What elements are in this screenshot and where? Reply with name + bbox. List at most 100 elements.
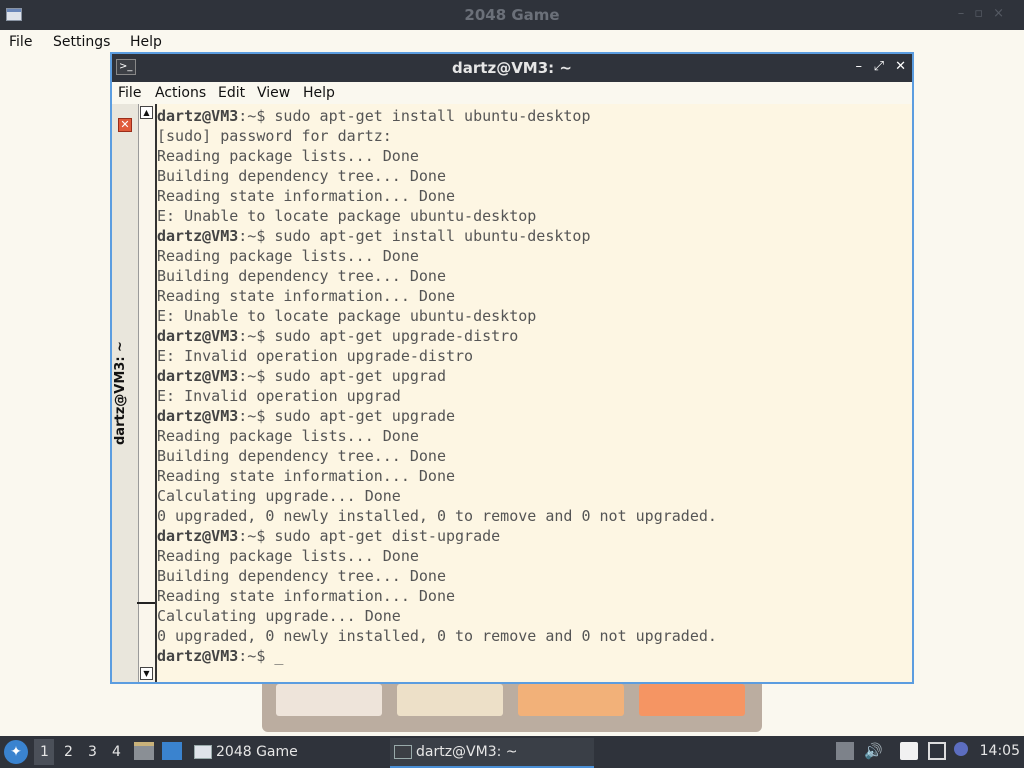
network-icon[interactable] [928, 742, 946, 760]
game-tile [276, 684, 382, 716]
shell-prompt: dartz@VM3 [157, 367, 239, 385]
scroll-up-arrow-icon[interactable]: ▲ [140, 106, 153, 119]
workspace-1[interactable]: 1 [40, 744, 49, 760]
terminal-text: E: Unable to locate package ubuntu-deskt… [157, 307, 537, 325]
terminal-text: E: Unable to locate package ubuntu-deskt… [157, 207, 537, 225]
terminal-line: Reading package lists... Done [157, 426, 419, 446]
menu-actions[interactable]: Actions [155, 85, 206, 101]
terminal-menubar: File Actions Edit View Help [112, 82, 912, 104]
update-notifier-icon[interactable] [836, 742, 854, 760]
terminal-line: dartz@VM3:~$ _ [157, 646, 283, 666]
menu-edit[interactable]: Edit [218, 85, 245, 101]
clipboard-icon[interactable] [900, 742, 918, 760]
terminal-line: Calculating upgrade... Done [157, 606, 401, 626]
terminal-line: Building dependency tree... Done [157, 266, 446, 286]
terminal-icon [394, 745, 412, 759]
game-window-controls[interactable]: –▫× [958, 6, 1014, 21]
show-desktop-icon[interactable] [162, 742, 182, 760]
notification-icon[interactable] [954, 742, 968, 756]
game-titlebar[interactable]: 2048 Game –▫× [0, 0, 1024, 30]
terminal-line: 0 upgraded, 0 newly installed, 0 to remo… [157, 506, 717, 526]
scroll-down-arrow-icon[interactable]: ▼ [140, 667, 153, 680]
shell-prompt: dartz@VM3 [157, 647, 239, 665]
workspace-4[interactable]: 4 [112, 744, 121, 760]
task-2048-game[interactable]: 2048 Game [194, 738, 384, 766]
terminal-text: :~$ sudo apt-get upgrade-distro [238, 327, 519, 345]
menu-settings[interactable]: Settings [53, 34, 110, 50]
terminal-line: dartz@VM3:~$ sudo apt-get upgrade [157, 406, 455, 426]
terminal-text: Calculating upgrade... Done [157, 607, 401, 625]
terminal-line: Reading state information... Done [157, 466, 455, 486]
vertical-scrollbar[interactable]: ▲ ▼ [137, 104, 159, 682]
terminal-text: Reading state information... Done [157, 287, 456, 305]
maximize-icon[interactable]: ⤢ [874, 59, 884, 74]
close-icon[interactable]: ✕ [895, 59, 906, 74]
taskbar: ✦ 1 2 3 4 2048 Game dartz@VM3: ~ 🔊 14:05 [0, 736, 1024, 768]
terminal-line: E: Unable to locate package ubuntu-deskt… [157, 206, 536, 226]
minimize-icon[interactable]: – [958, 6, 975, 21]
game-board[interactable] [262, 676, 762, 732]
menu-help[interactable]: Help [303, 85, 335, 101]
terminal-text: Building dependency tree... Done [157, 167, 446, 185]
terminal-output[interactable]: dartz@VM3:~$ sudo apt-get install ubuntu… [155, 104, 912, 682]
terminal-text: :~$ sudo apt-get install ubuntu-desktop [238, 227, 591, 245]
terminal-line: E: Unable to locate package ubuntu-deskt… [157, 306, 536, 326]
game-tile [639, 684, 745, 716]
shell-prompt: dartz@VM3 [157, 407, 239, 425]
terminal-line: dartz@VM3:~$ sudo apt-get dist-upgrade [157, 526, 500, 546]
task-terminal[interactable]: dartz@VM3: ~ [390, 738, 594, 768]
terminal-text: E: Invalid operation upgrad [157, 387, 401, 405]
terminal-line: Reading package lists... Done [157, 546, 419, 566]
terminal-text: Reading package lists... Done [157, 427, 419, 445]
terminal-line: Building dependency tree... Done [157, 566, 446, 586]
terminal-line: Reading state information... Done [157, 586, 455, 606]
terminal-text: Reading package lists... Done [157, 147, 419, 165]
workspace-2[interactable]: 2 [64, 744, 73, 760]
terminal-tab[interactable]: dartz@VM3: ~ [113, 318, 137, 468]
terminal-text: :~$ sudo apt-get upgrade [238, 407, 456, 425]
terminal-text: :~$ sudo apt-get dist-upgrade [238, 527, 501, 545]
terminal-line: Reading state information... Done [157, 186, 455, 206]
terminal-text: Reading package lists... Done [157, 247, 419, 265]
close-icon[interactable]: × [993, 6, 1014, 21]
terminal-text: Calculating upgrade... Done [157, 487, 401, 505]
menu-help[interactable]: Help [130, 34, 162, 50]
terminal-text: :~$ sudo apt-get upgrad [238, 367, 446, 385]
maximize-icon[interactable]: ▫ [974, 6, 993, 21]
terminal-text: E: Invalid operation upgrade-distro [157, 347, 474, 365]
terminal-text: [sudo] password for dartz: [157, 127, 392, 145]
volume-icon[interactable]: 🔊 [864, 742, 883, 760]
clock[interactable]: 14:05 [980, 743, 1020, 759]
shell-prompt: dartz@VM3 [157, 527, 239, 545]
terminal-line: Building dependency tree... Done [157, 446, 446, 466]
terminal-line: [sudo] password for dartz: [157, 126, 392, 146]
terminal-line: dartz@VM3:~$ sudo apt-get install ubuntu… [157, 106, 590, 126]
terminal-window[interactable]: >_ dartz@VM3: ~ – ⤢ ✕ File Actions Edit … [110, 52, 914, 684]
shell-prompt: dartz@VM3 [157, 227, 239, 245]
close-tab-icon[interactable]: ✕ [118, 118, 132, 132]
terminal-tab-bar: ✕ dartz@VM3: ~ [112, 104, 139, 682]
terminal-text: Building dependency tree... Done [157, 267, 446, 285]
file-manager-icon[interactable] [134, 742, 154, 760]
menu-file[interactable]: File [9, 34, 32, 50]
menu-file[interactable]: File [118, 85, 141, 101]
task-label: 2048 Game [216, 744, 298, 760]
terminal-text: Reading state information... Done [157, 467, 456, 485]
terminal-titlebar[interactable]: >_ dartz@VM3: ~ – ⤢ ✕ [112, 54, 912, 82]
terminal-line: dartz@VM3:~$ sudo apt-get upgrad [157, 366, 446, 386]
terminal-text: :~$ sudo apt-get install ubuntu-desktop [238, 107, 591, 125]
shell-prompt: dartz@VM3 [157, 327, 239, 345]
terminal-line: Calculating upgrade... Done [157, 486, 401, 506]
minimize-icon[interactable]: – [856, 59, 863, 74]
workspace-3[interactable]: 3 [88, 744, 97, 760]
terminal-text: Building dependency tree... Done [157, 447, 446, 465]
terminal-line: Reading state information... Done [157, 286, 455, 306]
terminal-line: Building dependency tree... Done [157, 166, 446, 186]
terminal-line: 0 upgraded, 0 newly installed, 0 to remo… [157, 626, 717, 646]
shell-prompt: dartz@VM3 [157, 107, 239, 125]
task-label: dartz@VM3: ~ [416, 744, 518, 760]
terminal-line: Reading package lists... Done [157, 246, 419, 266]
game-tile [397, 684, 503, 716]
app-menu-icon[interactable]: ✦ [4, 740, 28, 764]
menu-view[interactable]: View [257, 85, 290, 101]
